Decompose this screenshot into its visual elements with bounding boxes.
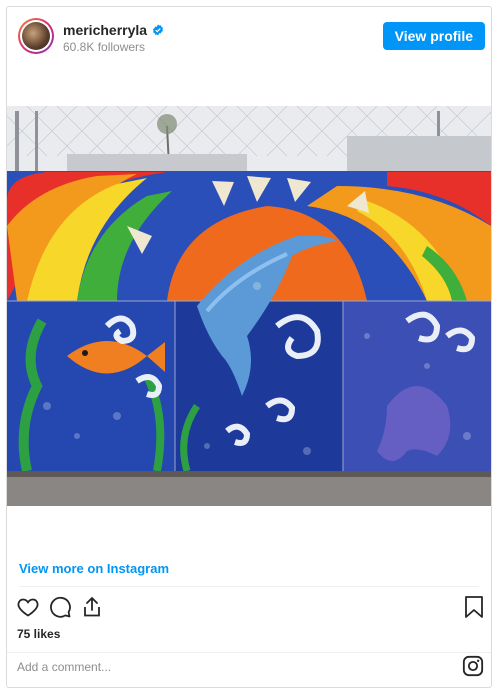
share-icon[interactable] <box>80 595 104 619</box>
add-comment-input[interactable]: Add a comment... <box>17 660 111 674</box>
verified-badge-icon <box>153 24 164 36</box>
follower-count: 60.8K followers <box>63 40 146 54</box>
bookmark-icon[interactable] <box>464 595 484 619</box>
divider <box>7 652 491 653</box>
instagram-logo-icon[interactable] <box>462 655 484 677</box>
view-profile-button[interactable]: View profile <box>382 22 485 50</box>
view-more-link[interactable]: View more on Instagram <box>19 561 169 576</box>
comment-icon[interactable] <box>48 595 72 619</box>
instagram-embed-card: mericherryla 60.8K followers View profil… <box>6 6 492 688</box>
heart-icon[interactable] <box>16 595 40 619</box>
username[interactable]: mericherryla <box>63 22 147 38</box>
post-image[interactable] <box>7 106 491 506</box>
divider <box>19 586 479 587</box>
avatar[interactable] <box>18 18 54 54</box>
post-header: mericherryla 60.8K followers View profil… <box>7 7 491 65</box>
username-row[interactable]: mericherryla <box>63 22 164 38</box>
mosaic-mural-image <box>7 106 491 506</box>
like-count: 75 likes <box>17 627 61 641</box>
